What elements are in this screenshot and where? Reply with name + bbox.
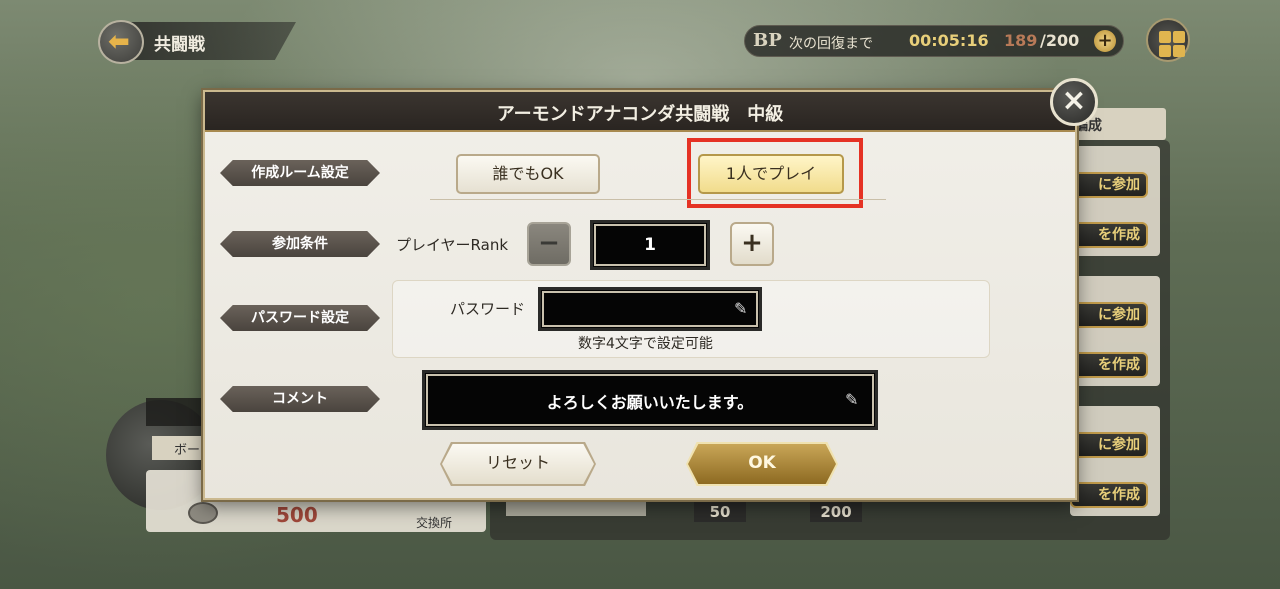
room-setting-label: 作成ルーム設定 bbox=[220, 160, 380, 186]
join-room-button[interactable]: に参加 bbox=[1070, 172, 1148, 198]
anyone-ok-button[interactable]: 誰でもOK bbox=[456, 154, 600, 194]
bp-timer: 00:05:16 bbox=[909, 31, 989, 50]
player-rank-label: プレイヤーRank bbox=[396, 236, 509, 254]
condition-label: 参加条件 bbox=[220, 231, 380, 257]
divider bbox=[430, 199, 886, 200]
bp-current: 189 bbox=[1004, 31, 1038, 50]
room-number: 200 bbox=[810, 502, 862, 522]
reset-button[interactable]: リセット bbox=[442, 444, 594, 484]
highlight-box bbox=[687, 138, 863, 208]
password-label: パスワード bbox=[450, 300, 526, 318]
close-icon[interactable]: × bbox=[1050, 78, 1098, 126]
rank-value-field[interactable]: 1 bbox=[590, 220, 710, 270]
back-title-bar bbox=[120, 22, 296, 60]
back-button[interactable]: ⬅ bbox=[98, 20, 144, 64]
ok-button[interactable]: OK bbox=[688, 444, 836, 484]
create-room-button[interactable]: を作成 bbox=[1070, 222, 1148, 248]
password-field[interactable]: ✎ bbox=[538, 287, 762, 331]
screen-title: 共闘戦 bbox=[154, 35, 205, 55]
create-room-button[interactable]: を作成 bbox=[1070, 352, 1148, 378]
menu-grid-icon bbox=[1159, 45, 1171, 57]
room-number: 50 bbox=[694, 502, 746, 522]
menu-grid-icon bbox=[1173, 45, 1185, 57]
password-section-label: パスワード設定 bbox=[220, 305, 380, 331]
menu-grid-icon bbox=[1159, 31, 1171, 43]
exchange-shop-link[interactable]: 交換所 bbox=[416, 514, 452, 531]
bp-label: BP bbox=[753, 30, 782, 51]
password-hint: 数字4文字で設定可能 bbox=[578, 336, 713, 352]
join-room-button[interactable]: に参加 bbox=[1070, 432, 1148, 458]
bp-max: /200 bbox=[1040, 31, 1080, 50]
menu-grid-icon bbox=[1173, 31, 1185, 43]
bp-plus-button[interactable]: + bbox=[1094, 30, 1116, 52]
comment-text: よろしくお願いいたします。 bbox=[546, 393, 754, 412]
rank-plus-button[interactable]: + bbox=[730, 222, 774, 266]
coin-icon bbox=[188, 502, 218, 524]
left-info-bar bbox=[146, 398, 210, 426]
dialog-title: アーモンドアナコンダ共闘戦 中級 bbox=[496, 104, 784, 125]
create-room-button[interactable]: を作成 bbox=[1070, 482, 1148, 508]
menu-button[interactable] bbox=[1146, 18, 1190, 62]
back-arrow-icon: ⬅ bbox=[108, 27, 130, 57]
left-tag: ボー bbox=[152, 436, 210, 460]
rank-minus-button[interactable]: − bbox=[527, 222, 571, 266]
reward-value: 500 bbox=[276, 503, 318, 527]
pencil-icon: ✎ bbox=[734, 299, 748, 318]
comment-label: コメント bbox=[220, 386, 380, 412]
bp-next-recovery-label: 次の回復まで bbox=[789, 36, 873, 52]
dialog-header: アーモンドアナコンダ共闘戦 中級 bbox=[205, 92, 1075, 132]
join-room-button[interactable]: に参加 bbox=[1070, 302, 1148, 328]
